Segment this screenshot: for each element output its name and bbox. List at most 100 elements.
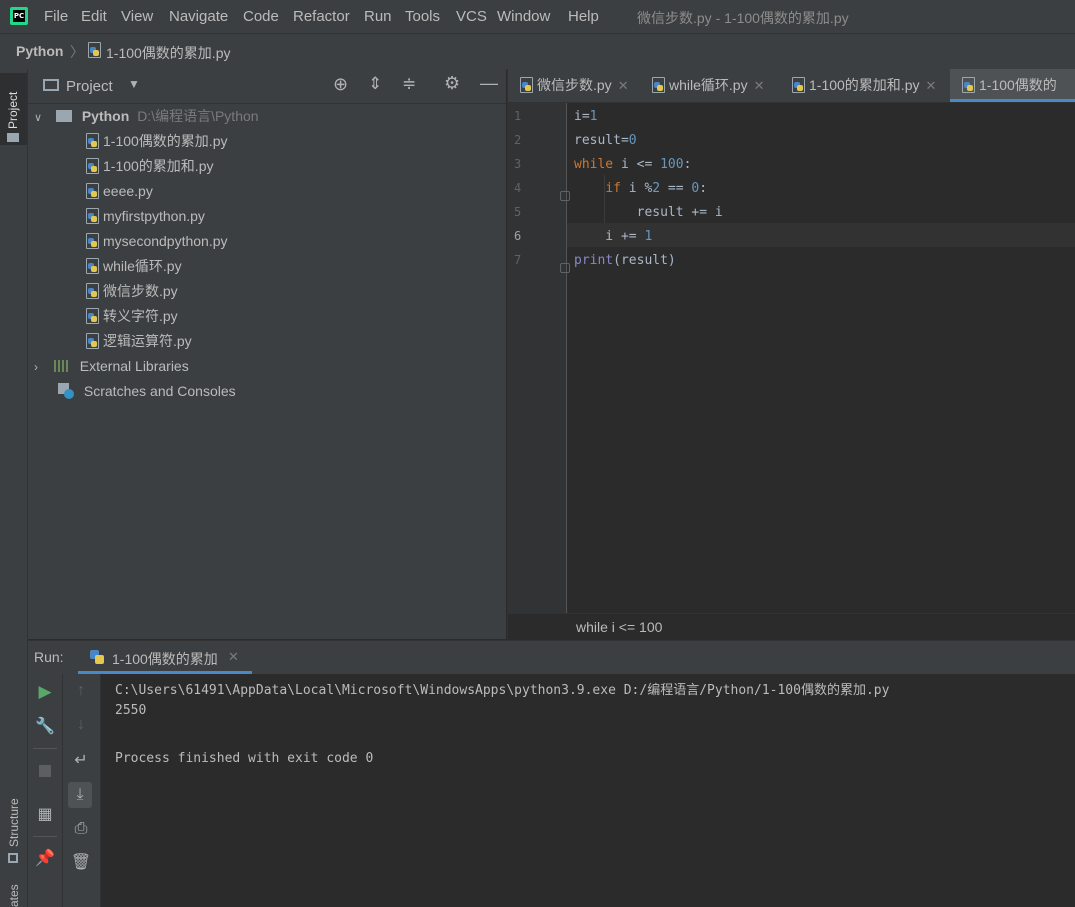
python-file-icon (84, 183, 99, 199)
line-number: 2 (514, 133, 522, 147)
menu-window[interactable]: Window (497, 8, 550, 25)
menu-code[interactable]: Code (243, 8, 279, 25)
python-icon (90, 650, 104, 664)
close-icon[interactable]: ✕ (618, 78, 629, 93)
soft-wrap-icon[interactable]: ↵ (69, 750, 93, 770)
collapse-all-icon[interactable]: ≑ (402, 74, 416, 94)
gear-icon[interactable]: ⚙ (444, 73, 460, 94)
run-icon[interactable]: ▶ (33, 682, 57, 702)
tree-file-label: mysecondpython.py (103, 233, 228, 249)
code-line-5[interactable]: result += i (574, 205, 723, 220)
tree-file[interactable]: eeee.py (84, 179, 153, 204)
arrow-down-icon[interactable]: ↓ (69, 716, 93, 734)
left-tool-strip: Project Structure ates (0, 69, 28, 907)
python-file-icon (84, 158, 99, 174)
chevron-down-icon[interactable]: ▼ (128, 77, 140, 91)
python-file-icon (84, 258, 99, 274)
tree-scratches[interactable]: Scratches and Consoles (58, 379, 236, 404)
window-title: 微信步数.py - 1-100偶数的累加.py (637, 10, 849, 26)
tab-label: 1-100的累加和.py (809, 77, 920, 93)
code-line-4[interactable]: if i %2 == 0: (574, 181, 707, 196)
console-line: Process finished with exit code 0 (115, 751, 374, 766)
python-file-icon (84, 333, 99, 349)
tab-weixin[interactable]: 微信步数.py ✕ (518, 69, 629, 102)
tab-label: 微信步数.py (537, 77, 612, 93)
code-line-1[interactable]: i=1 (574, 109, 597, 124)
line-number: 7 (514, 253, 522, 267)
tree-file[interactable]: 1-100的累加和.py (84, 154, 213, 179)
menu-navigate[interactable]: Navigate (169, 8, 228, 25)
tree-file[interactable]: 逻辑运算符.py (84, 329, 192, 354)
python-file-icon (84, 233, 99, 249)
menu-help[interactable]: Help (568, 8, 599, 25)
breadcrumb: Python 〉 1-100偶数的累加.py (0, 33, 1075, 70)
locate-icon[interactable]: ⊕ (333, 74, 348, 95)
print-icon[interactable]: ⎙ (69, 820, 93, 838)
trash-icon[interactable]: 🗑 (69, 852, 93, 872)
arrow-up-icon[interactable]: ↑ (69, 682, 93, 700)
tab-active[interactable]: 1-100偶数的 (950, 69, 1075, 102)
tree-file[interactable]: 微信步数.py (84, 279, 178, 304)
fold-icon[interactable] (560, 191, 570, 201)
menu-edit[interactable]: Edit (81, 8, 107, 25)
tree-root-path: D:\编程语言\Python (137, 108, 259, 124)
code-line-6[interactable]: i += 1 (574, 229, 652, 244)
line-number-gutter: 1 2 3 4 5 6 7 (508, 103, 570, 613)
project-tool-button[interactable]: Project (0, 73, 27, 145)
scroll-to-end-icon[interactable]: ⤓ (68, 782, 92, 808)
wrench-icon[interactable]: 🔧 (33, 716, 57, 736)
minimize-icon[interactable]: — (480, 73, 498, 94)
pycharm-logo-icon: PC (10, 7, 28, 25)
folder-icon (55, 110, 72, 122)
tree-file[interactable]: mysecondpython.py (84, 229, 228, 254)
menu-refactor[interactable]: Refactor (293, 8, 350, 25)
breadcrumb-project[interactable]: Python (16, 43, 63, 59)
close-icon[interactable]: ✕ (228, 649, 239, 665)
tree-root-label: Python (81, 108, 130, 124)
run-panel-header: Run: 1-100偶数的累加 ✕ (28, 640, 1075, 675)
menu-tools[interactable]: Tools (405, 8, 440, 25)
tree-file[interactable]: 1-100偶数的累加.py (84, 129, 227, 154)
pin-icon[interactable]: 📌 (33, 848, 57, 868)
tree-file[interactable]: 转义字符.py (84, 304, 178, 329)
tab-sum[interactable]: 1-100的累加和.py ✕ (790, 69, 936, 102)
menu-vcs[interactable]: VCS (456, 8, 487, 25)
run-console[interactable]: C:\Users\61491\AppData\Local\Microsoft\W… (101, 674, 1075, 907)
tab-label: 1-100偶数的 (979, 77, 1057, 93)
tab-while[interactable]: while循环.py ✕ (650, 69, 765, 102)
close-icon[interactable]: ✕ (925, 78, 936, 93)
code-line-7[interactable]: print(result) (574, 253, 676, 268)
code-line-2[interactable]: result=0 (574, 133, 637, 148)
run-toolbar: ▶ 🔧 ▦ 📌 (28, 674, 63, 907)
tree-external-libraries[interactable]: › External Libraries (34, 354, 189, 379)
chevron-right-icon[interactable]: › (34, 360, 38, 374)
favorites-tool-button[interactable]: ates (0, 881, 27, 907)
expand-all-icon[interactable]: ⇕ (368, 74, 382, 94)
line-number: 6 (514, 229, 522, 243)
run-tab[interactable]: 1-100偶数的累加 ✕ (78, 641, 252, 674)
chevron-down-icon[interactable]: ∨ (34, 112, 42, 124)
breadcrumb-file[interactable]: 1-100偶数的累加.py (106, 43, 230, 63)
stop-icon[interactable] (39, 765, 51, 777)
structure-tool-button[interactable]: Structure (0, 781, 27, 871)
tree-file-label: 微信步数.py (103, 283, 178, 299)
footer-breadcrumb[interactable]: while i <= 100 (576, 619, 662, 635)
toolbar-divider (33, 748, 57, 749)
editor-breadcrumb-footer: while i <= 100 (508, 613, 1075, 640)
tree-file[interactable]: myfirstpython.py (84, 204, 205, 229)
scratches-icon (58, 383, 74, 399)
tree-root-python[interactable]: ∨ Python D:\编程语言\Python (34, 104, 259, 129)
tree-file[interactable]: while循环.py (84, 254, 182, 279)
fold-icon[interactable] (560, 263, 570, 273)
code-line-3[interactable]: while i <= 100: (574, 157, 691, 172)
layout-icon[interactable]: ▦ (33, 804, 57, 824)
project-view-selector[interactable]: Project (66, 78, 113, 95)
menu-view[interactable]: View (121, 8, 153, 25)
menu-run[interactable]: Run (364, 8, 392, 25)
menu-file[interactable]: File (44, 8, 68, 25)
scratches-label: Scratches and Consoles (83, 383, 236, 399)
python-file-icon (84, 283, 99, 299)
run-label: Run: (34, 649, 64, 665)
line-number: 4 (514, 181, 522, 195)
close-icon[interactable]: ✕ (754, 78, 765, 93)
